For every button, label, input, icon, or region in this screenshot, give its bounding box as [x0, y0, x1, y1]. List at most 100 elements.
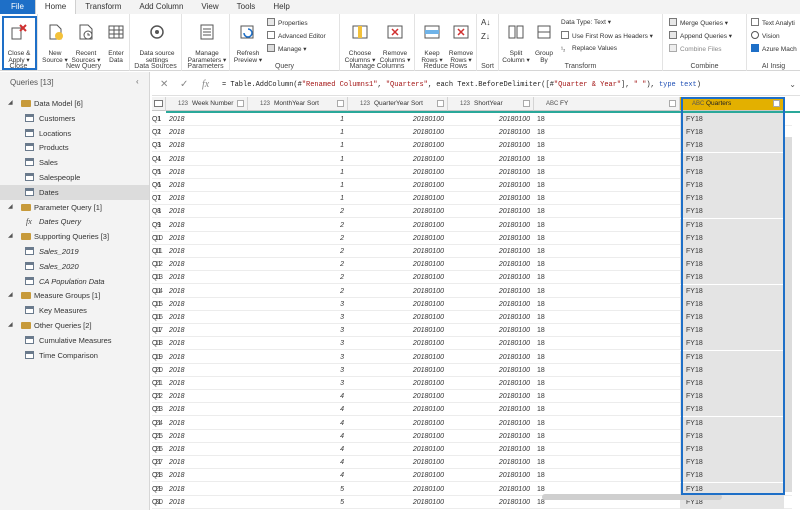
table-cell[interactable]: 20180100	[348, 166, 448, 179]
table-cell[interactable]: Q1	[152, 245, 161, 258]
table-cell[interactable]: 18	[537, 205, 680, 218]
table-cell[interactable]: FY18	[680, 350, 784, 364]
column-type-icon[interactable]: ABC	[546, 97, 558, 111]
azure-ml-button[interactable]: Azure Mach	[751, 44, 797, 54]
table-cell[interactable]: 20180100	[448, 285, 534, 298]
query-item[interactable]: ◢ Measure Groups [1]	[0, 288, 149, 303]
table-cell[interactable]: 2018	[169, 258, 248, 271]
table-cell[interactable]: Q1	[152, 219, 161, 232]
table-cell[interactable]: FY18	[680, 416, 784, 430]
table-cell[interactable]: 20180100	[448, 456, 534, 469]
column-header[interactable]: 123 ShortYear	[448, 97, 534, 111]
table-cell[interactable]: 20180100	[448, 139, 534, 152]
table-cell[interactable]: FY18	[680, 245, 784, 258]
table-cell[interactable]: 20180100	[448, 126, 534, 139]
table-cell[interactable]: 1	[248, 139, 348, 152]
table-cell[interactable]: 18	[537, 139, 680, 152]
query-item[interactable]: ◢ Other Queries [2]	[0, 318, 149, 333]
table-cell[interactable]: 2018	[169, 311, 248, 324]
query-item[interactable]: Customers	[0, 111, 149, 126]
query-item[interactable]: ◢ Supporting Queries [3]	[0, 229, 149, 244]
combine-files-button[interactable]: Combine Files	[669, 44, 722, 54]
table-cell[interactable]: Q1	[152, 469, 161, 482]
table-cell[interactable]: 20180100	[448, 232, 534, 245]
table-cell[interactable]: 20180100	[448, 496, 534, 509]
table-cell[interactable]: 20180100	[348, 483, 448, 496]
table-cell[interactable]: 2018	[169, 377, 248, 390]
table-cell[interactable]: 20180100	[448, 219, 534, 232]
table-cell[interactable]: Q1	[152, 153, 161, 166]
table-cell[interactable]: 18	[537, 403, 680, 416]
table-cell[interactable]: 3	[248, 311, 348, 324]
table-cell[interactable]: 2018	[169, 483, 248, 496]
table-row[interactable]: 23 2018 4 20180100 20180100 18 FY18 Q1	[152, 403, 792, 417]
query-item[interactable]: Products	[0, 140, 149, 155]
keep-rows-button[interactable]: Keep Rows ▾	[417, 16, 447, 64]
table-cell[interactable]: 2	[248, 271, 348, 284]
table-cell[interactable]: 20180100	[348, 298, 448, 311]
table-row[interactable]: 8 2018 2 20180100 20180100 18 FY18 Q1	[152, 205, 792, 219]
remove-columns-button[interactable]: Remove Columns ▾	[378, 16, 412, 64]
column-header[interactable]: ABC Quarters	[680, 97, 784, 111]
table-cell[interactable]: Q1	[152, 364, 161, 377]
table-cell[interactable]: 20180100	[448, 153, 534, 166]
table-cell[interactable]: 20180100	[348, 496, 448, 509]
table-cell[interactable]: 4	[248, 417, 348, 430]
table-cell[interactable]: 20180100	[448, 351, 534, 364]
table-cell[interactable]: 1	[248, 153, 348, 166]
tab-home[interactable]: Home	[34, 0, 77, 14]
table-cell[interactable]: FY18	[680, 113, 784, 126]
table-cell[interactable]: 18	[537, 364, 680, 377]
table-cell[interactable]: Q1	[152, 126, 161, 139]
table-cell[interactable]: FY18	[680, 258, 784, 272]
table-cell[interactable]: 18	[537, 417, 680, 430]
table-cell[interactable]: FY18	[680, 337, 784, 351]
table-cell[interactable]: 18	[537, 245, 680, 258]
table-cell[interactable]: 18	[537, 443, 680, 456]
table-cell[interactable]: 1	[248, 192, 348, 205]
table-cell[interactable]: FY18	[680, 469, 784, 483]
table-cell[interactable]: 20180100	[348, 258, 448, 271]
table-cell[interactable]: 18	[537, 351, 680, 364]
table-cell[interactable]: 2018	[169, 351, 248, 364]
table-row[interactable]: 19 2018 3 20180100 20180100 18 FY18 Q1	[152, 350, 792, 364]
manage-query-button[interactable]: Manage ▾	[267, 44, 307, 54]
tab-transform[interactable]: Transform	[76, 0, 130, 14]
query-item[interactable]: ◢ Data Model [6]	[0, 96, 149, 111]
table-cell[interactable]: FY18	[680, 192, 784, 206]
table-cell[interactable]: 2018	[169, 126, 248, 139]
table-cell[interactable]: Q1	[152, 456, 161, 469]
table-cell[interactable]: 20180100	[348, 443, 448, 456]
column-filter-dropdown-icon[interactable]	[669, 100, 676, 107]
table-cell[interactable]: 3	[248, 324, 348, 337]
expand-formula-icon[interactable]: ⌄	[789, 80, 796, 89]
table-cell[interactable]: 20180100	[348, 245, 448, 258]
recent-sources-button[interactable]: Recent Sources ▾	[71, 16, 101, 64]
table-cell[interactable]: FY18	[680, 443, 784, 456]
table-cell[interactable]: 2018	[169, 456, 248, 469]
table-cell[interactable]: Q1	[152, 139, 161, 152]
table-cell[interactable]: 18	[537, 456, 680, 469]
column-type-icon[interactable]: 123	[360, 97, 370, 111]
table-row[interactable]: 5 2018 1 20180100 20180100 18 FY18 Q1	[152, 165, 792, 179]
table-cell[interactable]: 1	[248, 166, 348, 179]
collapse-panel-icon[interactable]: ‹	[136, 77, 139, 86]
table-cell[interactable]: 4	[248, 390, 348, 403]
table-cell[interactable]: 20180100	[348, 219, 448, 232]
table-cell[interactable]: 1	[248, 126, 348, 139]
table-cell[interactable]: 5	[248, 496, 348, 509]
table-cell[interactable]: Q1	[152, 192, 161, 205]
table-cell[interactable]: 20180100	[448, 443, 534, 456]
query-item[interactable]: Cumulative Measures	[0, 333, 149, 348]
table-menu-icon[interactable]	[154, 100, 163, 107]
table-cell[interactable]: Q1	[152, 298, 161, 311]
table-cell[interactable]: Q1	[152, 258, 161, 271]
query-item[interactable]: Sales_2020	[0, 259, 149, 274]
table-cell[interactable]: 3	[248, 351, 348, 364]
table-cell[interactable]: 20180100	[348, 126, 448, 139]
table-cell[interactable]: 1	[248, 179, 348, 192]
table-cell[interactable]: Q1	[152, 232, 161, 245]
table-cell[interactable]: 2018	[169, 390, 248, 403]
table-cell[interactable]: 2018	[169, 166, 248, 179]
fx-icon[interactable]: fx	[202, 79, 209, 90]
